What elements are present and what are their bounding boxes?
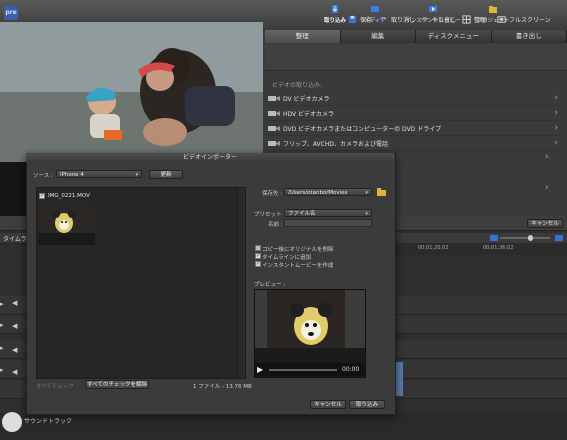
- speaker-icon[interactable]: ◀: [12, 299, 17, 307]
- delete-original-label: コピー後にオリジナルを削除: [262, 247, 334, 253]
- save-to-select[interactable]: /Users/otanbo/Movies ▾: [284, 188, 372, 196]
- soundtrack-label: サウンドトラック: [24, 418, 73, 425]
- subtab-import-label: 取り込み: [323, 18, 346, 24]
- ruler-tick-label: 00;01;36;02: [483, 245, 514, 251]
- name-label: 名前 :: [268, 222, 283, 228]
- clip-thumbnail[interactable]: [395, 362, 403, 396]
- tab-edit[interactable]: 編集: [340, 30, 416, 43]
- preset-select-value: ファイル名: [288, 211, 316, 217]
- track-triangle-icon[interactable]: ▸: [0, 366, 4, 374]
- speaker-icon[interactable]: ◀: [12, 368, 17, 376]
- chevron-right-icon: ›: [554, 138, 558, 148]
- subtab-project-label: プロジェクト: [476, 18, 510, 24]
- subtab-bar: [265, 44, 567, 71]
- media-icon: [371, 6, 379, 12]
- folder-icon[interactable]: [377, 188, 386, 196]
- panel-tabs: 整理 編集 ディスクメニュー 書き出し: [265, 30, 567, 43]
- camcorder-icon: [268, 110, 280, 116]
- import-item-label: DVD ビデオカメラまたはコンピューターの DVD ドライブ: [283, 125, 442, 133]
- chevron-right-icon: ›: [554, 93, 558, 103]
- import-item-dvd[interactable]: DVD ビデオカメラまたはコンピューターの DVD ドライブ ›: [268, 121, 564, 136]
- dialog-title: ビデオインポーター: [26, 153, 394, 163]
- camcorder-icon: [268, 140, 280, 146]
- chevron-right-icon: ›: [554, 123, 558, 133]
- import-item-label: HDV ビデオカメラ: [283, 110, 335, 118]
- project-icon: [489, 6, 497, 13]
- instant-movie-checkbox[interactable]: ✓: [255, 261, 261, 267]
- file-name: IMG_0221.MOV: [48, 193, 90, 199]
- apple-watermark-icon: [2, 412, 22, 432]
- track-triangle-icon[interactable]: ▸: [0, 300, 4, 308]
- uncheck-all-button[interactable]: すべてのチェックを解除: [85, 380, 149, 389]
- ruler-tick-label: 00;01;20;02: [418, 245, 449, 251]
- file-checkbox[interactable]: ✓: [39, 193, 45, 199]
- file-list-scrollbar[interactable]: [237, 187, 246, 379]
- subtab-media-label: メディア: [364, 18, 386, 24]
- subtab-instant-movie-label: インスタントムービー: [405, 18, 461, 24]
- camcorder-icon: [268, 125, 280, 131]
- add-to-timeline-label: タイムラインに追加: [262, 255, 312, 261]
- preview-label: プレビュー :: [254, 282, 286, 288]
- soundtrack-row: [0, 413, 567, 440]
- refresh-button[interactable]: 更新: [149, 170, 183, 179]
- delete-original-checkbox[interactable]: [255, 245, 261, 251]
- preview-time: 00:00: [342, 366, 360, 373]
- preset-label: プリセット :: [254, 212, 286, 218]
- tab-organize[interactable]: 整理: [265, 30, 341, 43]
- save-to-label: 保存先 :: [262, 191, 283, 197]
- chevron-down-icon: ▾: [135, 172, 138, 178]
- chevron-right-icon: ›: [545, 152, 549, 162]
- subtab-media[interactable]: メディア: [345, 4, 405, 24]
- tab-share[interactable]: 書き出し: [491, 30, 567, 43]
- name-field[interactable]: [284, 219, 372, 227]
- import-icon: [332, 5, 338, 13]
- timeline-cancel-button[interactable]: キャンセル: [527, 219, 563, 228]
- camcorder-icon: [268, 95, 280, 101]
- import-item-label: フリップ、AVCHD、カメラおよび電話: [283, 140, 388, 148]
- import-item-dv[interactable]: DV ビデオカメラ ›: [268, 91, 564, 106]
- zoom-slider[interactable]: [500, 237, 550, 239]
- track-triangle-icon[interactable]: ▸: [0, 321, 4, 329]
- save-to-select-value: /Users/otanbo/Movies: [288, 190, 348, 196]
- monitor-video-frame: [0, 22, 263, 162]
- subtab-instant-movie[interactable]: インスタントムービー: [403, 4, 463, 24]
- speaker-icon[interactable]: ◀: [12, 346, 17, 354]
- file-summary: 1 ファイル - 13.76 MB: [193, 384, 252, 390]
- import-section-title: ビデオの取り込み:: [272, 82, 323, 89]
- import-item-hdv[interactable]: HDV ビデオカメラ ›: [268, 106, 564, 121]
- check-all-button[interactable]: すべてチェック: [36, 382, 74, 390]
- chevron-right-icon: ›: [554, 108, 558, 118]
- add-to-timeline-checkbox[interactable]: ✓: [255, 253, 261, 259]
- timeline-label: タイムラ: [3, 236, 27, 243]
- preset-select[interactable]: ファイル名 ▾: [284, 209, 372, 217]
- play-icon[interactable]: ▶: [257, 365, 263, 374]
- instant-movie-icon: [429, 6, 437, 12]
- preview-scrubber[interactable]: [269, 369, 337, 371]
- source-label: ソース :: [33, 173, 53, 179]
- dialog-cancel-button[interactable]: キャンセル: [310, 400, 346, 409]
- zoom-out-icon[interactable]: [490, 235, 498, 241]
- import-item-flip[interactable]: フリップ、AVCHD、カメラおよび電話 ›: [268, 136, 564, 151]
- source-select-value: iPhone 4: [60, 172, 84, 178]
- track-triangle-icon[interactable]: ▸: [0, 344, 4, 352]
- chevron-down-icon: ▾: [365, 211, 368, 217]
- dialog-import-button[interactable]: 取り込み: [349, 400, 385, 409]
- instant-movie-label: インスタントムービーを作成: [262, 263, 334, 269]
- speaker-icon[interactable]: ◀: [12, 322, 17, 330]
- file-thumbnail[interactable]: [38, 203, 95, 245]
- zoom-slider-handle[interactable]: [528, 235, 533, 241]
- chevron-down-icon: ▾: [365, 190, 368, 196]
- subtab-project[interactable]: プロジェクト: [463, 4, 523, 24]
- source-select[interactable]: iPhone 4 ▾: [56, 170, 142, 178]
- app-logo: pre: [4, 6, 18, 20]
- zoom-in-icon[interactable]: [555, 235, 563, 241]
- tab-disc-menu[interactable]: ディスクメニュー: [416, 30, 492, 43]
- import-item-label: DV ビデオカメラ: [283, 95, 330, 103]
- chevron-right-icon: ›: [545, 183, 549, 193]
